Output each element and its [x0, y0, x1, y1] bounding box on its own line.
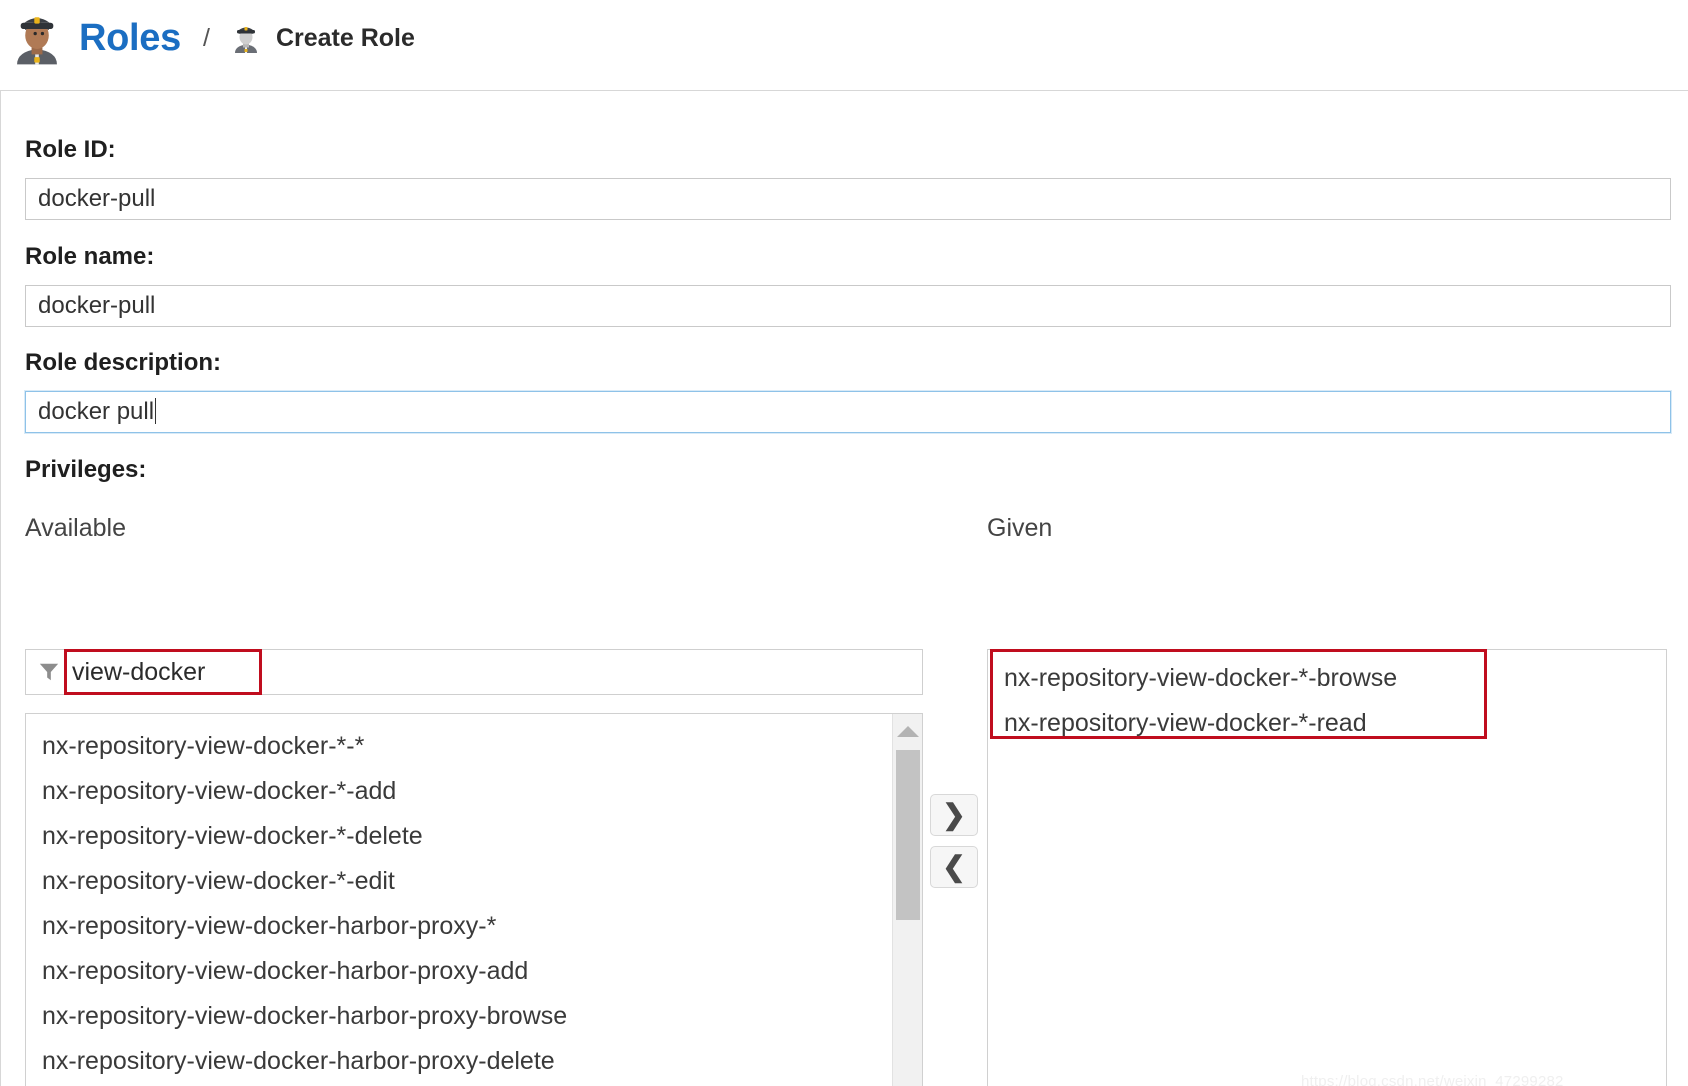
role-name-label: Role name: [25, 243, 155, 270]
available-list-item[interactable]: nx-repository-view-docker-*-add [26, 769, 896, 814]
available-list-item[interactable]: nx-repository-view-docker-harbor-proxy-* [26, 904, 896, 949]
available-filter-value: view-docker [72, 657, 206, 686]
create-role-page: Roles / Create Role Role ID: docker-pull… [0, 0, 1688, 1086]
role-id-input[interactable]: docker-pull [25, 178, 1671, 220]
given-privileges-list[interactable]: nx-repository-view-docker-*-browse nx-rep… [987, 649, 1667, 1086]
move-right-button[interactable]: ❯ [930, 794, 978, 836]
given-list-item[interactable]: nx-repository-view-docker-*-read [988, 701, 1664, 746]
breadcrumb: Roles / Create Role [0, 0, 1688, 77]
move-left-button[interactable]: ❮ [930, 846, 978, 888]
available-list-item[interactable]: nx-repository-view-docker-harbor-proxy-d… [26, 1039, 896, 1084]
available-privileges-list[interactable]: nx-repository-view-docker-*-* nx-reposito… [25, 713, 923, 1086]
given-column-title: Given [987, 514, 1053, 542]
police-officer-small-icon [234, 26, 257, 53]
role-description-value: docker pull [38, 398, 155, 425]
breadcrumb-root-link[interactable]: Roles [79, 17, 181, 60]
available-list-item[interactable]: nx-repository-view-docker-harbor-proxy-b… [26, 994, 896, 1039]
form-panel: Role ID: docker-pull Role name: docker-p… [0, 90, 1688, 1086]
text-cursor [155, 398, 157, 424]
role-id-label: Role ID: [25, 136, 116, 163]
privileges-label: Privileges: [25, 456, 147, 483]
role-name-input[interactable]: docker-pull [25, 285, 1671, 327]
role-description-label: Role description: [25, 349, 222, 376]
available-list-item[interactable]: nx-repository-view-docker-harbor-proxy-a… [26, 949, 896, 994]
given-list-item[interactable]: nx-repository-view-docker-*-browse [988, 656, 1664, 701]
available-list-item[interactable]: nx-repository-view-docker-*-* [26, 724, 896, 769]
triangle-up-icon [897, 725, 919, 737]
scrollbar-thumb[interactable] [896, 750, 920, 920]
police-officer-icon [17, 16, 57, 64]
funnel-filter-icon [39, 663, 59, 681]
available-list-item[interactable]: nx-repository-view-docker-*-delete [26, 814, 896, 859]
chevron-right-icon: ❯ [942, 799, 966, 830]
scrollbar-down-arrow[interactable] [893, 1080, 922, 1086]
available-filter-input[interactable]: view-docker [25, 649, 923, 695]
available-list-scrollbar[interactable] [892, 714, 922, 1086]
role-description-input[interactable]: docker pull [25, 391, 1671, 433]
available-list-item[interactable]: nx-repository-view-docker-*-edit [26, 859, 896, 904]
scrollbar-up-arrow[interactable] [893, 716, 922, 746]
chevron-left-icon: ❮ [942, 851, 966, 882]
watermark: https://blog.csdn.net/weixin_47299282 [1301, 1073, 1564, 1086]
available-column-title: Available [25, 514, 127, 542]
breadcrumb-current-page: Create Role [275, 24, 415, 52]
breadcrumb-separator: / [202, 24, 210, 52]
